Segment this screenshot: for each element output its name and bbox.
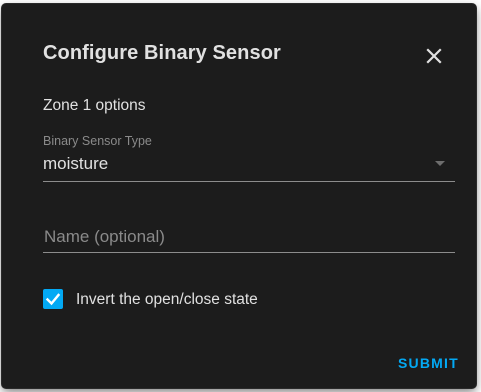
checkmark-icon: [45, 293, 61, 306]
binary-sensor-type-value: moisture: [43, 154, 109, 173]
submit-button[interactable]: SUBMIT: [398, 355, 459, 371]
configure-dialog: Configure Binary Sensor Zone 1 options B…: [2, 4, 476, 388]
name-input-underline: [43, 252, 455, 253]
zone-options-heading: Zone 1 options: [43, 97, 146, 114]
dialog-title: Configure Binary Sensor: [43, 42, 281, 64]
dropdown-arrow-icon: [435, 161, 445, 166]
binary-sensor-type-label: Binary Sensor Type: [43, 134, 152, 148]
invert-checkbox-label: Invert the open/close state: [76, 291, 258, 308]
close-icon[interactable]: [422, 44, 446, 68]
name-input[interactable]: [42, 222, 460, 252]
select-underline: [43, 181, 455, 182]
invert-checkbox[interactable]: [43, 289, 63, 309]
